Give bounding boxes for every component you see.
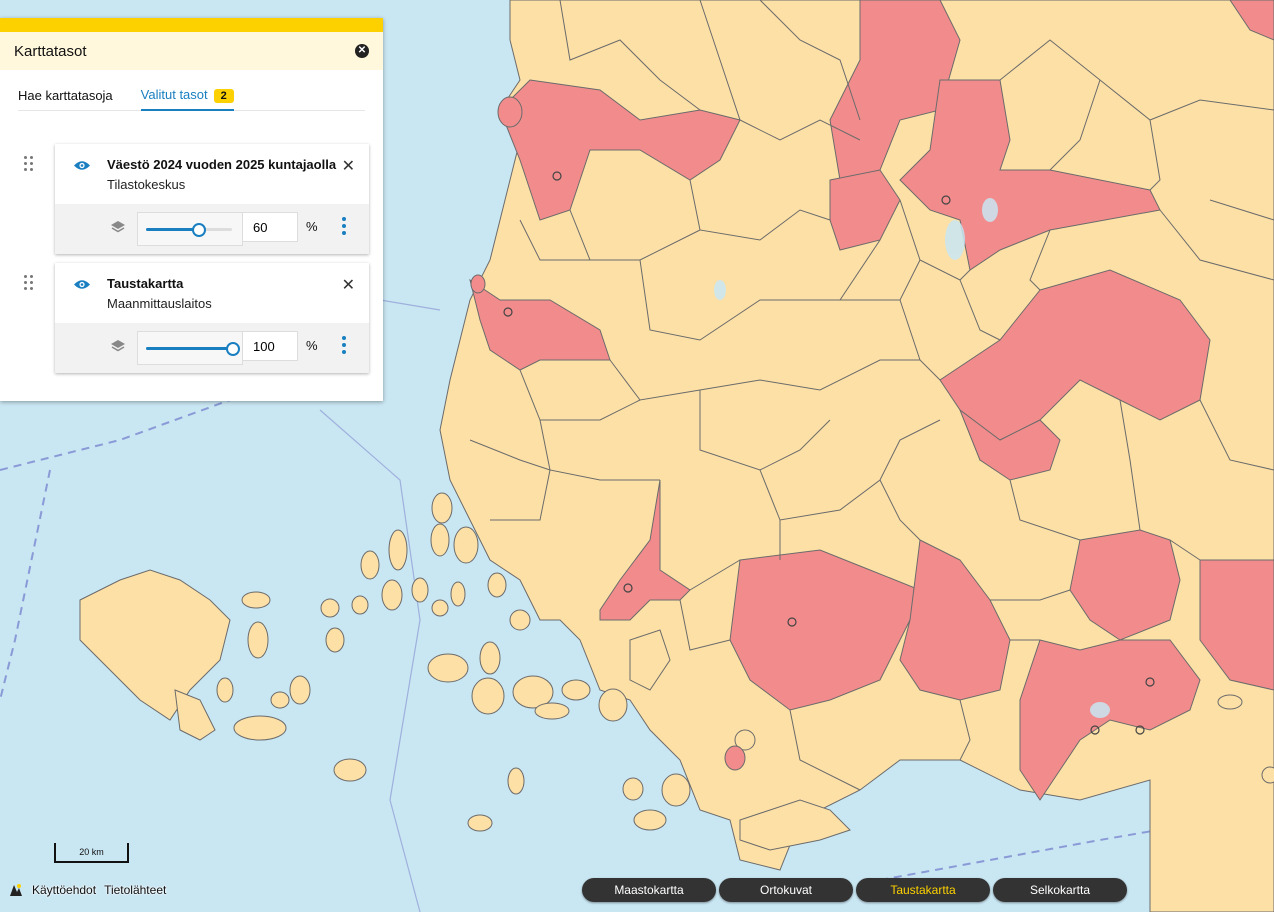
slider-fill [146, 228, 198, 231]
layer-source: Tilastokeskus [107, 177, 186, 192]
basemap-button-orthophoto[interactable]: Ortokuvat [719, 878, 853, 902]
basemap-button-background[interactable]: Taustakartta [856, 878, 990, 902]
footer: Käyttöehdot Tietolähteet [8, 882, 174, 898]
scale-bar: 20 km [54, 843, 129, 863]
slider-knob[interactable] [191, 223, 206, 237]
layer-card-header: Väestö 2024 vuoden 2025 kuntajaolla Tila… [55, 144, 369, 204]
close-icon[interactable]: ✕ [355, 44, 369, 58]
layer-opacity-controls: % [55, 323, 369, 373]
panel-header: Karttatasot ✕ [0, 32, 383, 70]
basemap-switcher: Maastokartta Ortokuvat Taustakartta Selk… [582, 878, 1130, 902]
panel-top-bar [0, 18, 383, 32]
terms-link[interactable]: Käyttöehdot [32, 883, 96, 897]
layers-stack-icon [111, 340, 125, 352]
slider-track [146, 342, 240, 356]
x-icon[interactable]: ✕ [342, 275, 355, 295]
more-vertical-icon[interactable] [341, 217, 347, 237]
app-logo-icon [10, 884, 22, 896]
layer-name: Taustakartta [107, 276, 184, 291]
map-layers-panel: Karttatasot ✕ Hae karttatasoja Valitut t… [0, 18, 383, 401]
layers-stack-icon [111, 221, 125, 233]
data-sources-link[interactable]: Tietolähteet [104, 883, 166, 897]
basemap-button-terrain[interactable]: Maastokartta [582, 878, 716, 902]
basemap-button-simple[interactable]: Selkokartta [993, 878, 1127, 902]
layer-card: Väestö 2024 vuoden 2025 kuntajaolla Tila… [55, 144, 369, 254]
percent-label: % [306, 219, 318, 234]
selected-count-badge: 2 [213, 89, 234, 103]
percent-label: % [306, 338, 318, 353]
more-vertical-icon[interactable] [341, 336, 347, 356]
layer-source: Maanmittauslaitos [107, 296, 212, 311]
opacity-input[interactable] [242, 331, 298, 361]
opacity-slider[interactable] [137, 331, 243, 365]
slider-knob[interactable] [226, 342, 240, 356]
drag-handle-icon[interactable] [24, 156, 36, 174]
opacity-input[interactable] [242, 212, 298, 242]
panel-title: Karttatasot [14, 42, 87, 60]
layer-card-header: Taustakartta Maanmittauslaitos ✕ [55, 263, 369, 323]
tab-search-layers[interactable]: Hae karttatasoja [18, 70, 113, 110]
eye-icon[interactable] [74, 279, 90, 290]
drag-handle-icon[interactable] [24, 275, 36, 293]
tab-selected-layers-label: Valitut tasot [140, 87, 208, 102]
slider-track [146, 223, 232, 237]
slider-fill [146, 347, 232, 350]
x-icon[interactable]: ✕ [342, 156, 355, 176]
layer-name: Väestö 2024 vuoden 2025 kuntajaolla [107, 157, 337, 172]
layer-opacity-controls: % [55, 204, 369, 254]
tab-selected-layers[interactable]: Valitut tasot 2 [140, 69, 234, 111]
opacity-slider[interactable] [137, 212, 243, 246]
eye-icon[interactable] [74, 160, 90, 171]
layer-card: Taustakartta Maanmittauslaitos ✕ % [55, 263, 369, 373]
panel-tabs: Hae karttatasoja Valitut tasot 2 [18, 70, 365, 111]
